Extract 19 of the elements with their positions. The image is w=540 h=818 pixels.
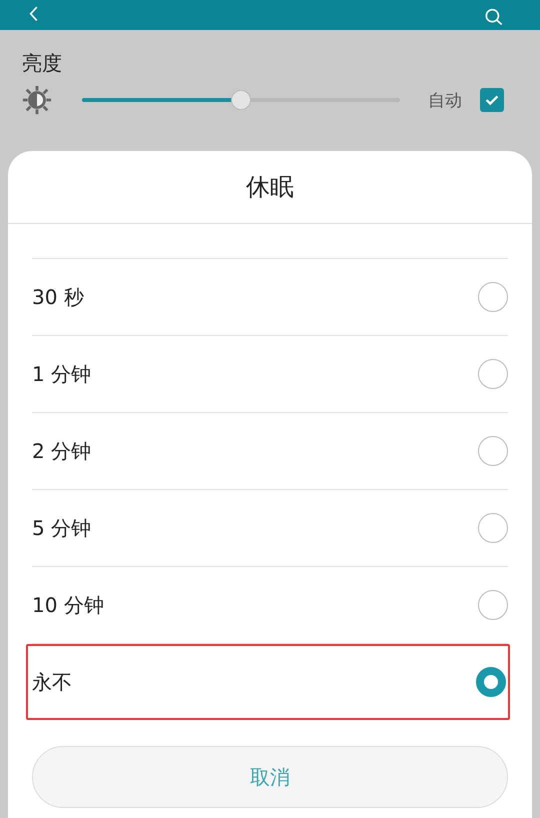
radio-button[interactable] (478, 282, 508, 312)
auto-checkbox[interactable] (480, 88, 504, 112)
option-label[interactable]: 30 秒 (32, 284, 84, 310)
radio-button[interactable] (478, 590, 508, 620)
brightness-icon (22, 85, 52, 115)
auto-label: 自动 (428, 90, 462, 112)
option-label[interactable]: 2 分钟 (32, 438, 92, 464)
radio-button[interactable] (476, 667, 506, 697)
radio-button[interactable] (478, 513, 508, 543)
slider-thumb[interactable] (231, 90, 251, 110)
brightness-slider[interactable] (82, 89, 400, 111)
brightness-label: 亮度 (22, 50, 63, 76)
option-label[interactable]: 10 分钟 (32, 592, 104, 618)
option-label[interactable]: 5 分钟 (32, 514, 92, 542)
option-label[interactable]: 1 分钟 (32, 360, 92, 388)
radio-button[interactable] (478, 436, 508, 466)
option-label[interactable]: 永不 (32, 668, 72, 696)
dialog-title: 休眠 (8, 151, 532, 224)
radio-button[interactable] (478, 359, 508, 389)
